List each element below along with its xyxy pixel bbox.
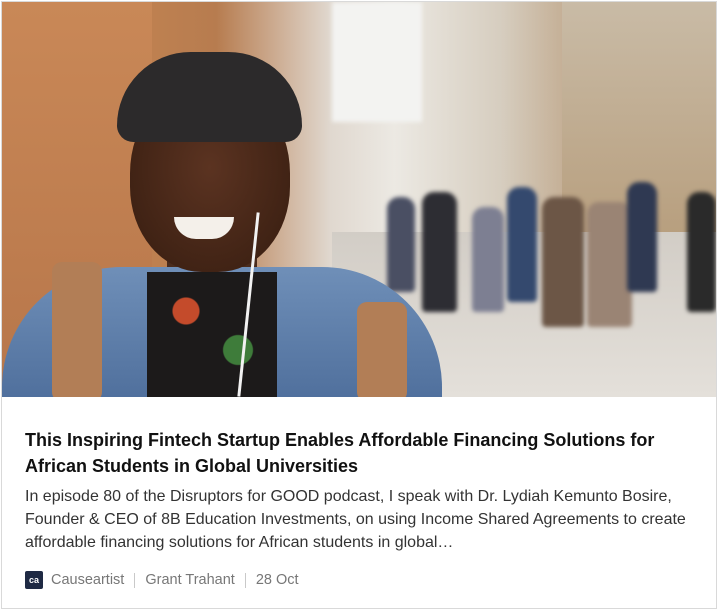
backpack-strap-left	[52, 262, 102, 397]
article-card[interactable]: This Inspiring Fintech Startup Enables A…	[1, 1, 717, 609]
backpack-strap-right	[357, 302, 407, 397]
publish-date: 28 Oct	[255, 572, 299, 588]
hero-image[interactable]	[2, 2, 716, 397]
pedestrian	[627, 182, 657, 292]
pedestrian	[687, 192, 716, 312]
pedestrian	[472, 207, 504, 312]
pedestrian	[542, 197, 584, 327]
author-name: Grant Trahant	[145, 572, 235, 588]
divider	[244, 572, 246, 588]
article-meta: ca Causeartist Grant Trahant 28 Oct	[25, 569, 299, 591]
portrait	[2, 32, 442, 397]
card-body: This Inspiring Fintech Startup Enables A…	[2, 397, 716, 608]
article-title[interactable]: This Inspiring Fintech Startup Enables A…	[25, 427, 695, 479]
pedestrian	[587, 202, 632, 327]
article-description: In episode 80 of the Disruptors for GOOD…	[25, 488, 686, 551]
source-name[interactable]: Causeartist	[51, 572, 124, 588]
divider	[134, 572, 136, 588]
source-logo-icon[interactable]: ca	[25, 571, 43, 589]
shirt	[147, 272, 277, 397]
pedestrian	[507, 187, 537, 302]
beanie	[117, 52, 302, 142]
